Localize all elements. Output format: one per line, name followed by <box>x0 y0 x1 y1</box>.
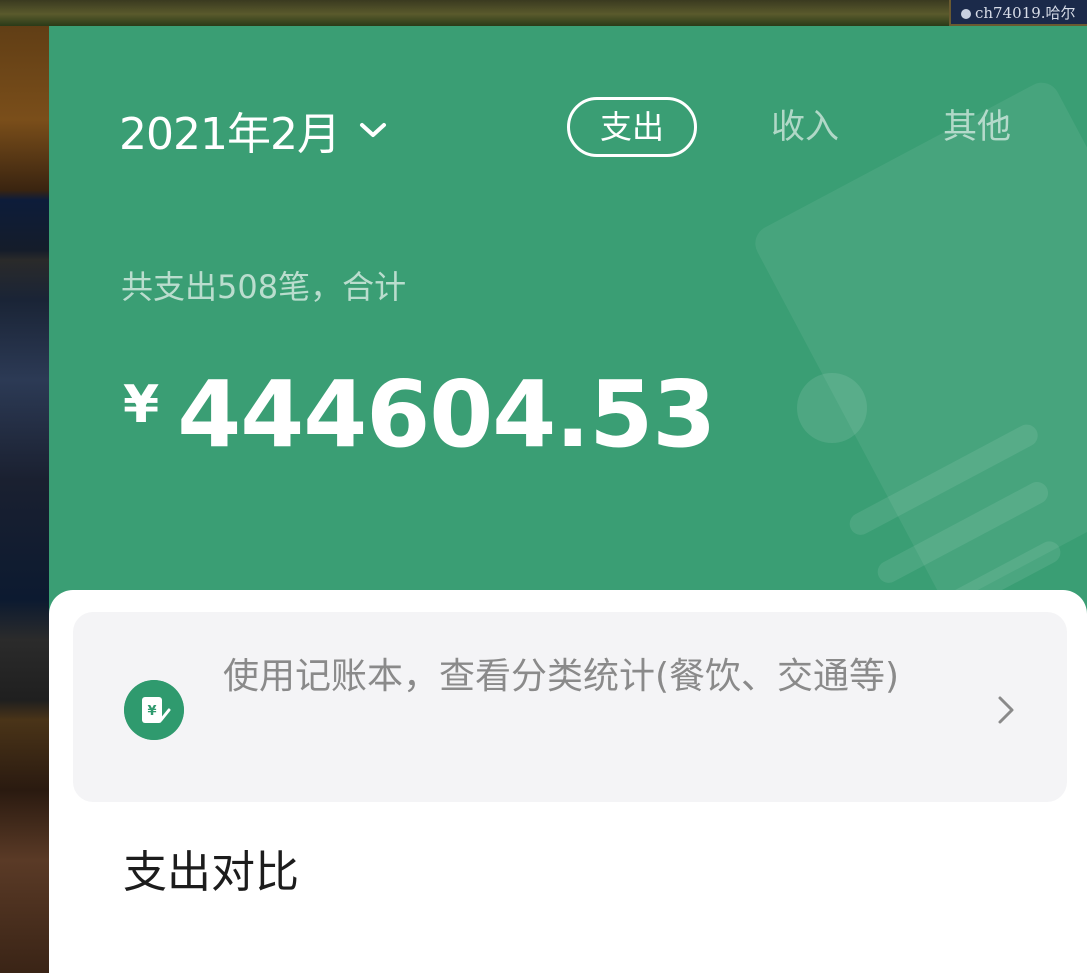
ledger-book-icon: ¥ <box>124 680 184 740</box>
tab-income[interactable]: 收入 <box>765 100 845 154</box>
expense-summary-text: 共支出508笔，合计 <box>121 268 407 306</box>
chevron-down-icon <box>359 123 386 137</box>
ledger-promo-text: 使用记账本，查看分类统计(餐饮、交通等) <box>223 656 900 697</box>
tab-other[interactable]: 其他 <box>937 100 1017 154</box>
tab-expense[interactable]: 支出 <box>567 97 697 157</box>
content-panel: ¥ 使用记账本，查看分类统计(餐饮、交通等) 支出对比 <box>49 590 1087 973</box>
month-selector[interactable]: 2021年2月 <box>119 98 388 162</box>
summary-header: 2021年2月 支出 收入 其他 共支出508笔，合计 ¥ 444604.53 <box>49 26 1087 626</box>
phone-screen: 2021年2月 支出 收入 其他 共支出508笔，合计 ¥ 444604.53 … <box>49 26 1087 973</box>
total-amount-value: 444604.53 <box>177 361 716 468</box>
svg-text:¥: ¥ <box>147 704 156 719</box>
background-player-badge: ch74019.哈尔 <box>949 0 1087 26</box>
total-amount: ¥ 444604.53 <box>123 361 716 468</box>
badge-text: ch74019.哈尔 <box>975 4 1076 22</box>
chevron-right-icon <box>998 696 1014 724</box>
decorative-receipt-card <box>749 76 1087 607</box>
badge-dot-icon <box>961 9 971 19</box>
ledger-promo-banner[interactable]: ¥ 使用记账本，查看分类统计(餐饮、交通等) <box>73 612 1067 802</box>
currency-symbol: ¥ <box>123 375 160 435</box>
month-label: 2021年2月 <box>119 109 341 160</box>
expense-comparison-title: 支出对比 <box>123 847 299 898</box>
decorative-circle <box>797 373 867 443</box>
